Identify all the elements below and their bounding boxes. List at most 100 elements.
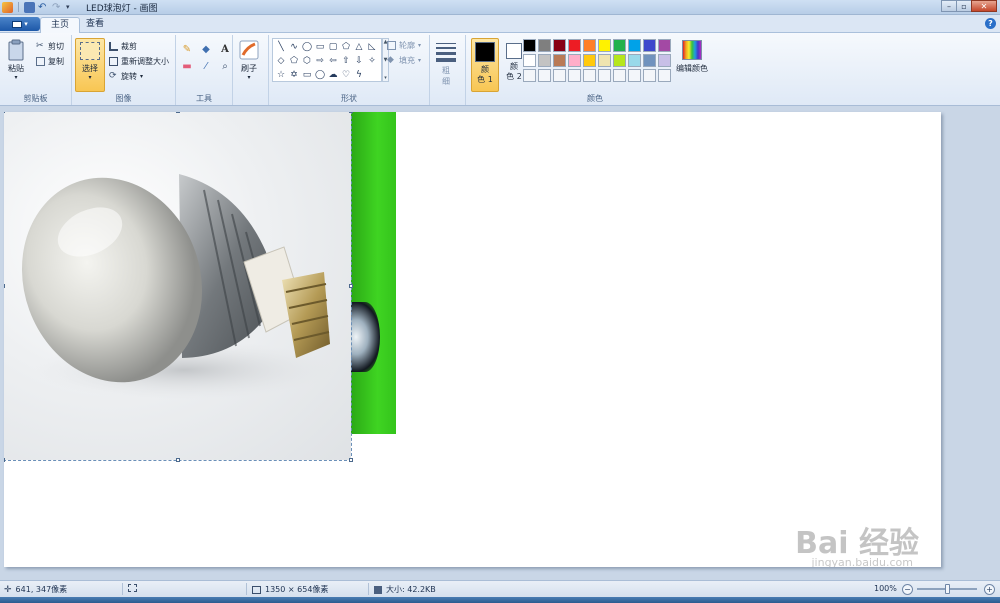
selection-size-icon	[128, 584, 137, 592]
palette-swatch-row2-3[interactable]	[553, 54, 566, 67]
palette-swatch-row1-2[interactable]	[538, 39, 551, 52]
palette-swatch-row1-3[interactable]	[553, 39, 566, 52]
rotate-button[interactable]: ⟳ 旋转 ▾	[109, 71, 143, 82]
close-button[interactable]: ✕	[971, 0, 997, 12]
palette-custom-slot[interactable]	[568, 69, 581, 82]
select-button[interactable]: 选择 ▾	[75, 38, 105, 92]
customize-arrow-icon[interactable]: ▾	[66, 2, 77, 13]
pentagon-shape-icon[interactable]: ⬠	[288, 55, 300, 67]
undo-icon[interactable]: ↶	[38, 2, 49, 13]
resize-button[interactable]: 重新调整大小	[109, 56, 169, 67]
paste-button[interactable]: 粘贴 ▾	[6, 39, 26, 81]
magnifier-icon[interactable]: ⌕	[218, 60, 232, 73]
oval-shape-icon[interactable]: ◯	[301, 41, 313, 53]
tab-view[interactable]: 查看	[76, 17, 114, 33]
line-shape-icon[interactable]: ╲	[275, 41, 287, 53]
callout-cloud-shape-icon[interactable]: ☁	[327, 69, 339, 81]
palette-custom-slot[interactable]	[613, 69, 626, 82]
palette-swatch-row1-10[interactable]	[658, 39, 671, 52]
palette-swatch-row2-9[interactable]	[643, 54, 656, 67]
outline-button[interactable]: 轮廓 ▾	[387, 40, 421, 51]
paste-label: 粘贴	[8, 64, 24, 73]
resize-handle-w[interactable]	[4, 284, 5, 288]
text-icon[interactable]: A	[218, 43, 232, 56]
five-point-star-shape-icon[interactable]: ☆	[275, 69, 287, 81]
palette-swatch-row2-5[interactable]	[583, 54, 596, 67]
crop-button[interactable]: 裁剪	[109, 41, 137, 52]
palette-custom-slot[interactable]	[628, 69, 641, 82]
down-arrow-shape-icon[interactable]: ⇩	[353, 55, 365, 67]
six-point-star-shape-icon[interactable]: ✡	[288, 69, 300, 81]
palette-swatch-row2-10[interactable]	[658, 54, 671, 67]
eraser-icon[interactable]: ▬	[180, 60, 194, 73]
palette-swatch-row2-7[interactable]	[613, 54, 626, 67]
pencil-icon[interactable]: ✎	[180, 43, 194, 56]
resize-handle-nw[interactable]	[4, 112, 5, 113]
help-icon[interactable]: ?	[985, 18, 996, 29]
palette-swatch-row2-4[interactable]	[568, 54, 581, 67]
palette-swatch-row1-4[interactable]	[568, 39, 581, 52]
four-point-star-shape-icon[interactable]: ✧	[366, 55, 378, 67]
maximize-button[interactable]: ▫	[956, 0, 972, 12]
palette-swatch-row1-7[interactable]	[613, 39, 626, 52]
edit-colors-button[interactable]: 编辑颜色	[676, 40, 708, 74]
palette-swatch-row2-8[interactable]	[628, 54, 641, 67]
palette-swatch-row1-5[interactable]	[583, 39, 596, 52]
hexagon-shape-icon[interactable]: ⬡	[301, 55, 313, 67]
heart-shape-icon[interactable]: ♡	[340, 69, 352, 81]
cut-button[interactable]: ✂ 剪切	[36, 41, 64, 52]
palette-custom-slot[interactable]	[553, 69, 566, 82]
fill-button[interactable]: ◆ 填充 ▾	[387, 55, 421, 66]
resize-handle-n[interactable]	[176, 112, 180, 113]
size-button[interactable]: 粗 细	[436, 41, 456, 87]
rectangle-shape-icon[interactable]: ▭	[314, 41, 326, 53]
palette-custom-slot[interactable]	[583, 69, 596, 82]
curve-shape-icon[interactable]: ∿	[288, 41, 300, 53]
callout-oval-shape-icon[interactable]: ◯	[314, 69, 326, 81]
zoom-out-button[interactable]: −	[902, 584, 913, 595]
up-arrow-shape-icon[interactable]: ⇧	[340, 55, 352, 67]
lightning-shape-icon[interactable]: ϟ	[353, 69, 365, 81]
copy-button[interactable]: 复制	[36, 56, 64, 67]
polygon-shape-icon[interactable]: ⬠	[340, 41, 352, 53]
resize-handle-e[interactable]	[349, 284, 353, 288]
zoom-in-button[interactable]: +	[984, 584, 995, 595]
palette-swatch-row1-8[interactable]	[628, 39, 641, 52]
fill-bucket-icon[interactable]: ◆	[199, 43, 213, 56]
zoom-slider-thumb[interactable]	[945, 584, 950, 594]
brushes-button[interactable]: 刷子 ▾	[239, 39, 259, 81]
right-arrow-shape-icon[interactable]: ⇨	[314, 55, 326, 67]
triangle-shape-icon[interactable]: △	[353, 41, 365, 53]
left-arrow-shape-icon[interactable]: ⇦	[327, 55, 339, 67]
app-menu-button[interactable]: ▾	[0, 17, 40, 31]
palette-custom-slot[interactable]	[598, 69, 611, 82]
redo-icon[interactable]: ↷	[52, 2, 63, 13]
color1-button[interactable]: 颜 色 1	[471, 38, 499, 92]
palette-custom-slot[interactable]	[658, 69, 671, 82]
color-picker-icon[interactable]: ⁄	[199, 60, 213, 73]
resize-handle-s[interactable]	[176, 458, 180, 462]
palette-swatch-row2-1[interactable]	[523, 54, 536, 67]
palette-custom-slot[interactable]	[538, 69, 551, 82]
resize-handle-ne[interactable]	[349, 112, 353, 113]
right-triangle-shape-icon[interactable]: ◺	[366, 41, 378, 53]
selection-marquee[interactable]	[4, 112, 352, 461]
rounded-rectangle-shape-icon[interactable]: ▢	[327, 41, 339, 53]
palette-swatch-row2-6[interactable]	[598, 54, 611, 67]
palette-swatch-row2-2[interactable]	[538, 54, 551, 67]
palette-swatch-row1-1[interactable]	[523, 39, 536, 52]
size-label-line1: 粗	[442, 66, 450, 75]
tab-home[interactable]: 主页	[40, 17, 81, 34]
save-icon[interactable]	[24, 1, 35, 13]
resize-handle-sw[interactable]	[4, 458, 5, 462]
callout-rect-shape-icon[interactable]: ▭	[301, 69, 313, 81]
resize-handle-se[interactable]	[349, 458, 353, 462]
palette-swatch-row1-6[interactable]	[598, 39, 611, 52]
paint-app-icon[interactable]	[2, 1, 13, 13]
palette-swatch-row1-9[interactable]	[643, 39, 656, 52]
palette-custom-slot[interactable]	[523, 69, 536, 82]
drawing-canvas[interactable]: Bai 经验 jingyan.baidu.com	[4, 112, 941, 567]
palette-custom-slot[interactable]	[643, 69, 656, 82]
minimize-button[interactable]: –	[941, 0, 957, 12]
diamond-shape-icon[interactable]: ◇	[275, 55, 287, 67]
